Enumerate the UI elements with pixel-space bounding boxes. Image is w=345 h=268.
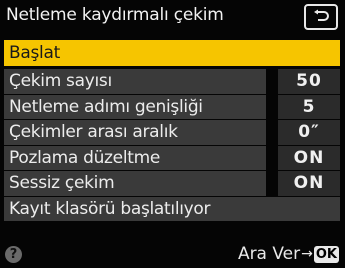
- menu-screen: Netleme kaydırmalı çekim Başlat Çekim sa…: [0, 0, 345, 268]
- return-arrow-icon: [312, 9, 330, 25]
- back-button[interactable]: [304, 4, 338, 30]
- right-arrow-icon: →: [301, 246, 313, 262]
- menu-item-label: Kayıt klasörü başlatılıyor: [4, 196, 340, 222]
- menu-item-value: ON: [278, 145, 340, 171]
- menu-item-label: Çekimler arası aralık: [4, 120, 266, 146]
- menu-item-focus-step-width[interactable]: Netleme adımı genişliği 5: [4, 94, 340, 120]
- ok-button-icon: OK: [313, 245, 339, 263]
- menu-item-label: Pozlama düzeltme: [4, 145, 266, 171]
- menu-item-label: Başlat: [9, 43, 60, 63]
- menu-item-starting-storage-folder[interactable]: Kayıt klasörü başlatılıyor: [4, 196, 340, 222]
- menu-item-interval[interactable]: Çekimler arası aralık 0″: [4, 120, 340, 146]
- menu-item-value: 50: [278, 69, 340, 95]
- help-icon[interactable]: ?: [5, 246, 22, 263]
- pause-hint: Ara Ver → OK: [238, 244, 339, 264]
- menu-item-shot-count[interactable]: Çekim sayısı 50: [4, 69, 340, 95]
- menu-item-value: 0″: [278, 120, 340, 146]
- menu-item-label: Netleme adımı genişliği: [4, 94, 266, 120]
- menu-item-value: ON: [278, 171, 340, 197]
- menu-item-exposure-smoothing[interactable]: Pozlama düzeltme ON: [4, 145, 340, 171]
- menu-item-label: Çekim sayısı: [4, 69, 266, 95]
- footer: ? Ara Ver → OK: [0, 242, 345, 268]
- pause-label: Ara Ver: [237, 244, 301, 264]
- menu-item-label: Sessiz çekim: [4, 171, 266, 197]
- page-title: Netleme kaydırmalı çekim: [6, 5, 224, 25]
- header: Netleme kaydırmalı çekim: [0, 0, 345, 36]
- settings-menu: Başlat Çekim sayısı 50 Netleme adımı gen…: [4, 40, 340, 222]
- menu-item-value: 5: [278, 94, 340, 120]
- menu-item-silent-shooting[interactable]: Sessiz çekim ON: [4, 171, 340, 197]
- menu-item-start[interactable]: Başlat: [4, 40, 340, 66]
